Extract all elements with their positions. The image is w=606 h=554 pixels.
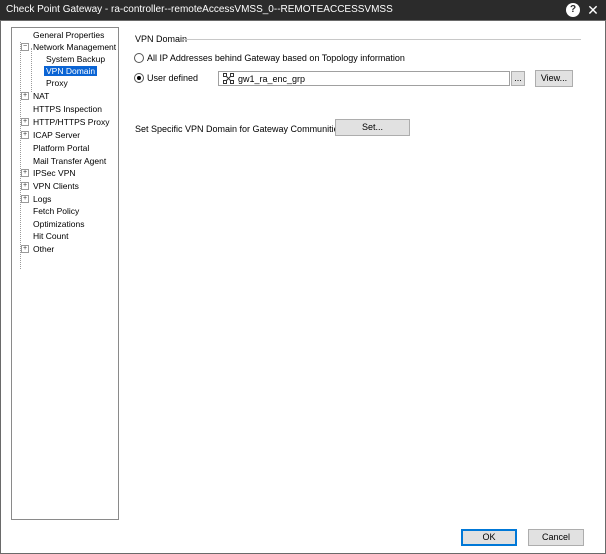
expand-icon[interactable]: + (21, 131, 29, 139)
tree-item-label: Proxy (46, 78, 68, 88)
view-button[interactable]: View... (535, 70, 573, 87)
cancel-button[interactable]: Cancel (528, 529, 584, 546)
tree-item-http-https-proxy[interactable]: + HTTP/HTTPS Proxy (21, 116, 112, 128)
vpn-domain-group-value: gw1_ra_enc_grp (238, 74, 306, 84)
tree-item-label: Fetch Policy (33, 206, 80, 216)
title-bar: Check Point Gateway - ra-controller--rem… (0, 0, 606, 20)
tree-item-label: Network Management (33, 42, 117, 52)
tree-item-hit-count[interactable]: Hit Count (31, 230, 70, 242)
tree-item-label: Logs (33, 194, 52, 204)
tree-item-label: VPN Clients (33, 181, 79, 191)
tree-item-label: IPSec VPN (33, 168, 76, 178)
tree-item-label: VPN Domain (44, 66, 98, 76)
tree-item-label: HTTPS Inspection (33, 104, 102, 114)
collapse-icon[interactable]: − (21, 43, 29, 51)
tree-item-ipsec-vpn[interactable]: + IPSec VPN (21, 167, 78, 179)
expand-icon[interactable]: + (21, 92, 29, 100)
navigation-tree: General Properties − Network Management … (11, 27, 119, 520)
tree-item-label: Mail Transfer Agent (33, 156, 107, 166)
tree-item-label: HTTP/HTTPS Proxy (33, 117, 110, 127)
browse-button[interactable]: ... (511, 71, 525, 86)
ok-button[interactable]: OK (461, 529, 517, 546)
radio-button[interactable] (134, 53, 144, 63)
close-button[interactable]: ✕ (585, 1, 601, 19)
section-title-vpn-domain: VPN Domain (135, 34, 188, 44)
expand-icon[interactable]: + (21, 195, 29, 203)
tree-item-fetch-policy[interactable]: Fetch Policy (31, 205, 81, 217)
section-divider (182, 39, 581, 40)
tree-item-label: General Properties (33, 30, 105, 40)
vpn-domain-group-field[interactable]: gw1_ra_enc_grp (218, 71, 510, 86)
set-button[interactable]: Set... (335, 119, 410, 136)
tree-item-icap-server[interactable]: + ICAP Server (21, 129, 82, 141)
tree-item-general-properties[interactable]: General Properties (31, 29, 106, 41)
tree-item-other[interactable]: + Other (21, 243, 56, 255)
window-title: Check Point Gateway - ra-controller--rem… (6, 4, 393, 15)
tree-item-proxy[interactable]: Proxy (44, 77, 70, 89)
tree-item-mail-transfer-agent[interactable]: Mail Transfer Agent (31, 155, 108, 167)
tree-item-https-inspection[interactable]: HTTPS Inspection (31, 103, 104, 115)
tree-item-system-backup[interactable]: System Backup (44, 53, 107, 65)
radio-button[interactable] (134, 73, 144, 83)
tree-item-label: Optimizations (33, 219, 85, 229)
expand-icon[interactable]: + (21, 182, 29, 190)
network-group-icon (223, 73, 234, 84)
tree-item-label: Other (33, 244, 55, 254)
dialog-body: General Properties − Network Management … (0, 20, 606, 554)
communities-label: Set Specific VPN Domain for Gateway Comm… (135, 124, 346, 134)
tree-item-label: Hit Count (33, 231, 69, 241)
tree-item-label: NAT (33, 91, 50, 101)
tree-item-label: ICAP Server (33, 130, 81, 140)
radio-label: All IP Addresses behind Gateway based on… (147, 53, 405, 63)
tree-item-nat[interactable]: + NAT (21, 90, 51, 102)
expand-icon[interactable]: + (21, 169, 29, 177)
tree-item-vpn-clients[interactable]: + VPN Clients (21, 180, 81, 192)
tree-connector-line (31, 48, 32, 92)
tree-item-optimizations[interactable]: Optimizations (31, 218, 87, 230)
tree-item-network-management[interactable]: − Network Management (21, 41, 118, 53)
tree-item-vpn-domain[interactable]: VPN Domain (44, 65, 98, 77)
expand-icon[interactable]: + (21, 245, 29, 253)
tree-item-platform-portal[interactable]: Platform Portal (31, 142, 91, 154)
help-button[interactable]: ? (566, 3, 580, 17)
tree-connector-line (20, 42, 21, 269)
expand-icon[interactable]: + (21, 118, 29, 126)
tree-item-label: System Backup (46, 54, 106, 64)
radio-label: User defined (147, 73, 199, 83)
tree-item-label: Platform Portal (33, 143, 90, 153)
tree-item-logs[interactable]: + Logs (21, 193, 53, 205)
